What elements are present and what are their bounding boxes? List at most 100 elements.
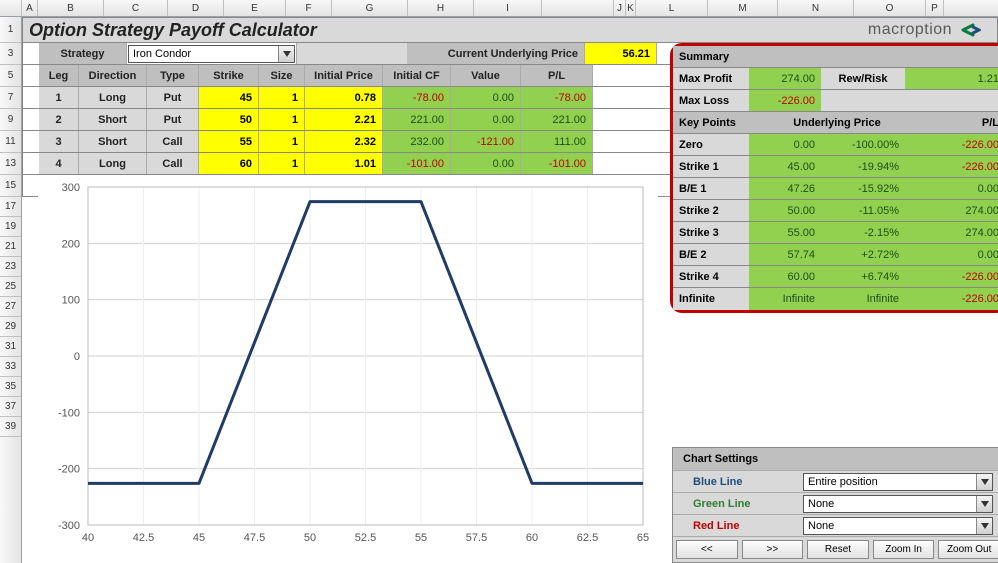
blue-line-dropdown[interactable]: Entire position — [803, 473, 993, 491]
zoom-out-button[interactable]: Zoom Out — [938, 540, 998, 559]
row-15[interactable]: 15 — [0, 175, 21, 197]
svg-text:-100: -100 — [58, 407, 80, 419]
summary-row: Strike 460.00+6.74%-226.00 — [673, 266, 998, 288]
leg-initial-price[interactable]: 0.78 — [305, 87, 383, 108]
row-17[interactable]: 17 — [0, 197, 21, 217]
row-7[interactable]: 7 — [0, 87, 21, 109]
keypoint-underlying: 60.00 — [749, 266, 821, 287]
leg-type[interactable]: Put — [147, 109, 199, 130]
col-I2[interactable] — [542, 0, 614, 16]
svg-text:200: 200 — [62, 238, 80, 250]
green-line-dropdown[interactable]: None — [803, 495, 993, 513]
row-13[interactable]: 13 — [0, 153, 21, 175]
underlying-header: Underlying Price — [749, 112, 925, 133]
svg-text:57.5: 57.5 — [466, 532, 487, 544]
summary-row: Strike 355.00-2.15%274.00 — [673, 222, 998, 244]
col-O[interactable]: O — [854, 0, 926, 16]
leg-size[interactable]: 1 — [259, 109, 305, 130]
prev-button[interactable]: << — [676, 540, 738, 559]
col-G[interactable]: G — [332, 0, 408, 16]
svg-text:42.5: 42.5 — [133, 532, 154, 544]
leg-pl: -101.00 — [521, 153, 593, 174]
keypoint-pl: -226.00 — [905, 266, 998, 287]
leg-strike[interactable]: 45 — [199, 87, 259, 108]
leg-direction[interactable]: Long — [79, 87, 147, 108]
keypoint-pct: -11.05% — [821, 200, 905, 221]
leg-size[interactable]: 1 — [259, 87, 305, 108]
col-D[interactable]: D — [168, 0, 224, 16]
chart-settings-panel: Chart Settings Blue Line Entire position… — [672, 447, 998, 563]
keypoint-pl: -226.00 — [905, 156, 998, 177]
chart-settings-title: Chart Settings — [673, 448, 998, 470]
leg-initial-price[interactable]: 1.01 — [305, 153, 383, 174]
summary-row: InfiniteInfiniteInfinite-226.00 — [673, 288, 998, 310]
brand-logo: macroption — [868, 21, 981, 39]
col-E[interactable]: E — [224, 0, 286, 16]
red-line-dropdown[interactable]: None — [803, 517, 993, 535]
leg-initial-price[interactable]: 2.32 — [305, 131, 383, 152]
row-31[interactable]: 31 — [0, 337, 21, 357]
leg-pl: -78.00 — [521, 87, 593, 108]
leg-type[interactable]: Call — [147, 153, 199, 174]
row-33[interactable]: 33 — [0, 357, 21, 377]
max-profit-label: Max Profit — [673, 68, 749, 89]
leg-strike[interactable]: 50 — [199, 109, 259, 130]
leg-number: 3 — [39, 131, 79, 152]
underlying-price[interactable]: 56.21 — [585, 43, 657, 64]
summary-row: B/E 147.26-15.92%0.00 — [673, 178, 998, 200]
col-F[interactable]: F — [286, 0, 332, 16]
row-19[interactable]: 19 — [0, 217, 21, 237]
leg-strike[interactable]: 55 — [199, 131, 259, 152]
next-button[interactable]: >> — [742, 540, 804, 559]
row-37[interactable]: 37 — [0, 397, 21, 417]
row-35[interactable]: 35 — [0, 377, 21, 397]
col-J[interactable]: J — [614, 0, 626, 16]
leg-type[interactable]: Call — [147, 131, 199, 152]
leg-number: 4 — [39, 153, 79, 174]
col-type: Type — [147, 65, 199, 86]
row-29[interactable]: 29 — [0, 317, 21, 337]
svg-text:60: 60 — [526, 532, 538, 544]
leg-direction[interactable]: Short — [79, 131, 147, 152]
brand-icon — [961, 22, 981, 38]
summary-title: Summary — [673, 46, 998, 67]
row-5[interactable]: 5 — [0, 65, 21, 87]
leg-initial-price[interactable]: 2.21 — [305, 109, 383, 130]
reset-button[interactable]: Reset — [807, 540, 869, 559]
row-23[interactable]: 23 — [0, 257, 21, 277]
row-25[interactable]: 25 — [0, 277, 21, 297]
leg-size[interactable]: 1 — [259, 153, 305, 174]
col-C[interactable]: C — [104, 0, 168, 16]
strategy-dropdown[interactable]: Iron Condor — [128, 45, 295, 63]
row-9[interactable]: 9 — [0, 109, 21, 131]
leg-size[interactable]: 1 — [259, 131, 305, 152]
row-39[interactable]: 39 — [0, 417, 21, 437]
col-L[interactable]: L — [636, 0, 708, 16]
keypoint-label: B/E 1 — [673, 178, 749, 199]
leg-strike[interactable]: 60 — [199, 153, 259, 174]
row-21[interactable]: 21 — [0, 237, 21, 257]
col-initial-price: Initial Price — [305, 65, 383, 86]
col-K[interactable]: K — [626, 0, 636, 16]
row-3[interactable]: 3 — [0, 43, 21, 65]
col-P[interactable]: P — [926, 0, 944, 16]
leg-direction[interactable]: Short — [79, 109, 147, 130]
svg-text:40: 40 — [82, 532, 94, 544]
row-11[interactable]: 11 — [0, 131, 21, 153]
keypoint-label: Strike 3 — [673, 222, 749, 243]
zoom-in-button[interactable]: Zoom In — [873, 540, 935, 559]
col-H[interactable]: H — [408, 0, 474, 16]
col-A[interactable]: A — [22, 0, 38, 16]
row-1[interactable]: 1 — [0, 17, 21, 43]
row-27[interactable]: 27 — [0, 297, 21, 317]
leg-type[interactable]: Put — [147, 87, 199, 108]
col-I[interactable]: I — [474, 0, 542, 16]
col-B[interactable]: B — [38, 0, 104, 16]
col-N[interactable]: N — [778, 0, 854, 16]
col-M[interactable]: M — [708, 0, 778, 16]
summary-panel: Summary Max Profit 274.00 Rew/Risk 1.21 … — [670, 43, 998, 313]
svg-text:52.5: 52.5 — [355, 532, 376, 544]
summary-row: Strike 250.00-11.05%274.00 — [673, 200, 998, 222]
svg-text:-300: -300 — [58, 520, 80, 532]
leg-direction[interactable]: Long — [79, 153, 147, 174]
